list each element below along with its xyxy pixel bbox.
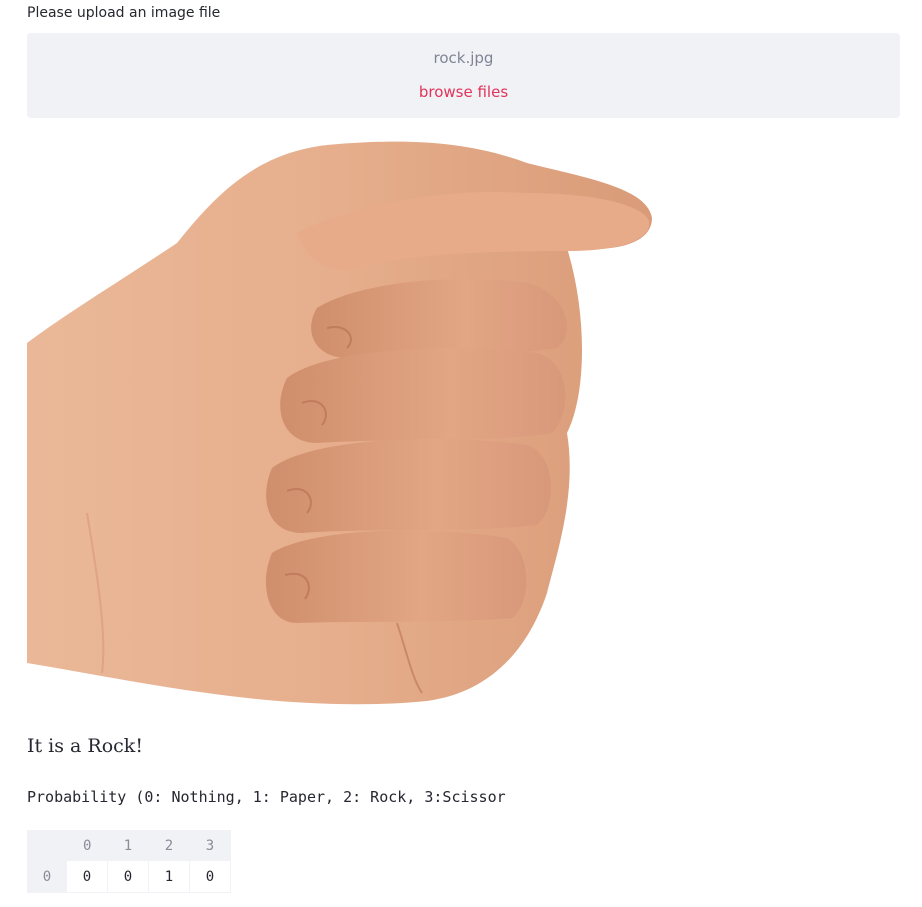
table-cell[interactable]: 0	[189, 861, 231, 893]
table-cell[interactable]: 0	[107, 861, 149, 893]
upload-label: Please upload an image file	[27, 5, 221, 21]
probability-table[interactable]: 0 1 2 3 0 0 0 1 0	[27, 830, 231, 893]
table-cell[interactable]: 0	[67, 861, 108, 893]
column-header[interactable]: 0	[67, 830, 108, 861]
column-header[interactable]: 3	[189, 830, 231, 861]
table-header-row: 0 1 2 3	[27, 830, 231, 861]
row-index: 0	[27, 861, 67, 893]
probability-caption: Probability (0: Nothing, 1: Paper, 2: Ro…	[27, 788, 506, 806]
prediction-result: It is a Rock!	[27, 735, 143, 757]
column-header[interactable]: 2	[148, 830, 190, 861]
table-cell[interactable]: 1	[148, 861, 190, 893]
table-row: 0 0 0 1 0	[27, 861, 231, 893]
uploaded-file-name: rock.jpg	[433, 49, 494, 67]
fist-photo	[27, 141, 652, 705]
column-header[interactable]: 1	[107, 830, 149, 861]
uploaded-image	[27, 133, 682, 708]
browse-files-button[interactable]: browse files	[419, 83, 508, 101]
table-corner	[27, 830, 67, 861]
file-uploader-dropzone[interactable]: rock.jpg browse files	[27, 33, 900, 118]
